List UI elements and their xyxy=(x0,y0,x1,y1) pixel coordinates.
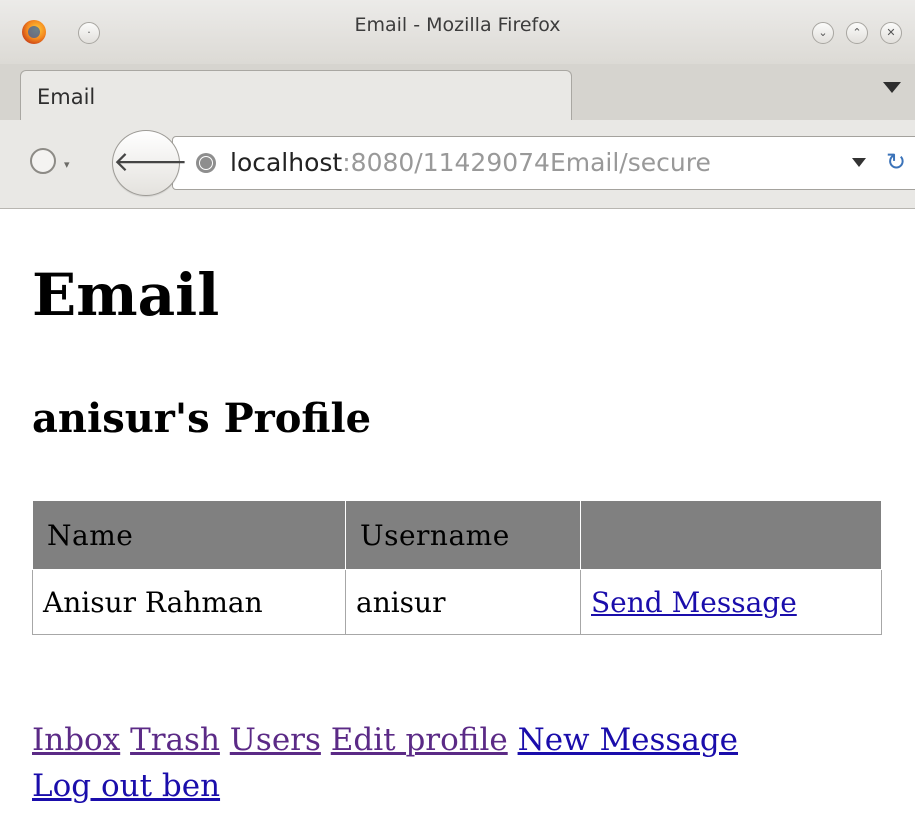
tab-list-dropdown-icon[interactable] xyxy=(883,82,901,93)
table-row: Anisur Rahman anisur Send Message xyxy=(32,569,882,635)
globe-icon xyxy=(196,153,216,173)
page-title: Email xyxy=(32,261,220,329)
cell-name: Anisur Rahman xyxy=(32,569,346,635)
back-arrow-icon: 🡐 xyxy=(113,145,189,178)
minimize-icon[interactable]: ⌄ xyxy=(812,22,834,44)
users-link[interactable]: Users xyxy=(230,722,321,758)
url-dropdown-icon[interactable] xyxy=(852,158,866,167)
chevron-down-icon: ▾ xyxy=(64,158,70,171)
profile-heading: anisur's Profile xyxy=(32,395,372,442)
window-title: Email - Mozilla Firefox xyxy=(354,14,561,36)
profile-table: Name Username Anisur Rahman anisur Send … xyxy=(32,500,882,635)
trash-link[interactable]: Trash xyxy=(130,722,220,758)
tab-label: Email xyxy=(37,85,96,109)
column-header-action xyxy=(580,500,882,570)
url-path: :8080/11429074Email/secure xyxy=(342,148,711,177)
maximize-icon[interactable]: ⌃ xyxy=(846,22,868,44)
cell-action: Send Message xyxy=(580,569,882,635)
close-icon[interactable]: ✕ xyxy=(880,22,902,44)
edit-profile-link[interactable]: Edit profile xyxy=(331,722,508,758)
log-out-link[interactable]: Log out ben xyxy=(32,768,220,804)
tab-bar: Email xyxy=(0,64,915,121)
page-content: Email anisur's Profile Name Username Ani… xyxy=(0,209,915,839)
navigation-bar: ▾ 🡐 localhost:8080/11429074Email/secure … xyxy=(0,120,915,209)
window-titlebar: · Email - Mozilla Firefox ⌄ ⌃ ✕ xyxy=(0,0,915,64)
reload-icon[interactable]: ↻ xyxy=(886,148,906,176)
table-header-row: Name Username xyxy=(32,500,882,570)
history-button[interactable]: ▾ xyxy=(30,148,70,178)
url-host: localhost xyxy=(230,148,343,177)
new-message-link[interactable]: New Message xyxy=(518,722,738,758)
cell-username: anisur xyxy=(345,569,581,635)
inbox-link[interactable]: Inbox xyxy=(32,722,120,758)
tab-email[interactable]: Email xyxy=(20,70,572,121)
column-header-name: Name xyxy=(32,500,346,570)
clock-icon xyxy=(30,148,56,174)
column-header-username: Username xyxy=(345,500,581,570)
url-text[interactable]: localhost:8080/11429074Email/secure xyxy=(230,148,790,177)
footer-links: Inbox Trash Users Edit profile New Messa… xyxy=(32,717,892,809)
send-message-link[interactable]: Send Message xyxy=(591,586,797,619)
back-button[interactable]: 🡐 xyxy=(112,130,189,196)
